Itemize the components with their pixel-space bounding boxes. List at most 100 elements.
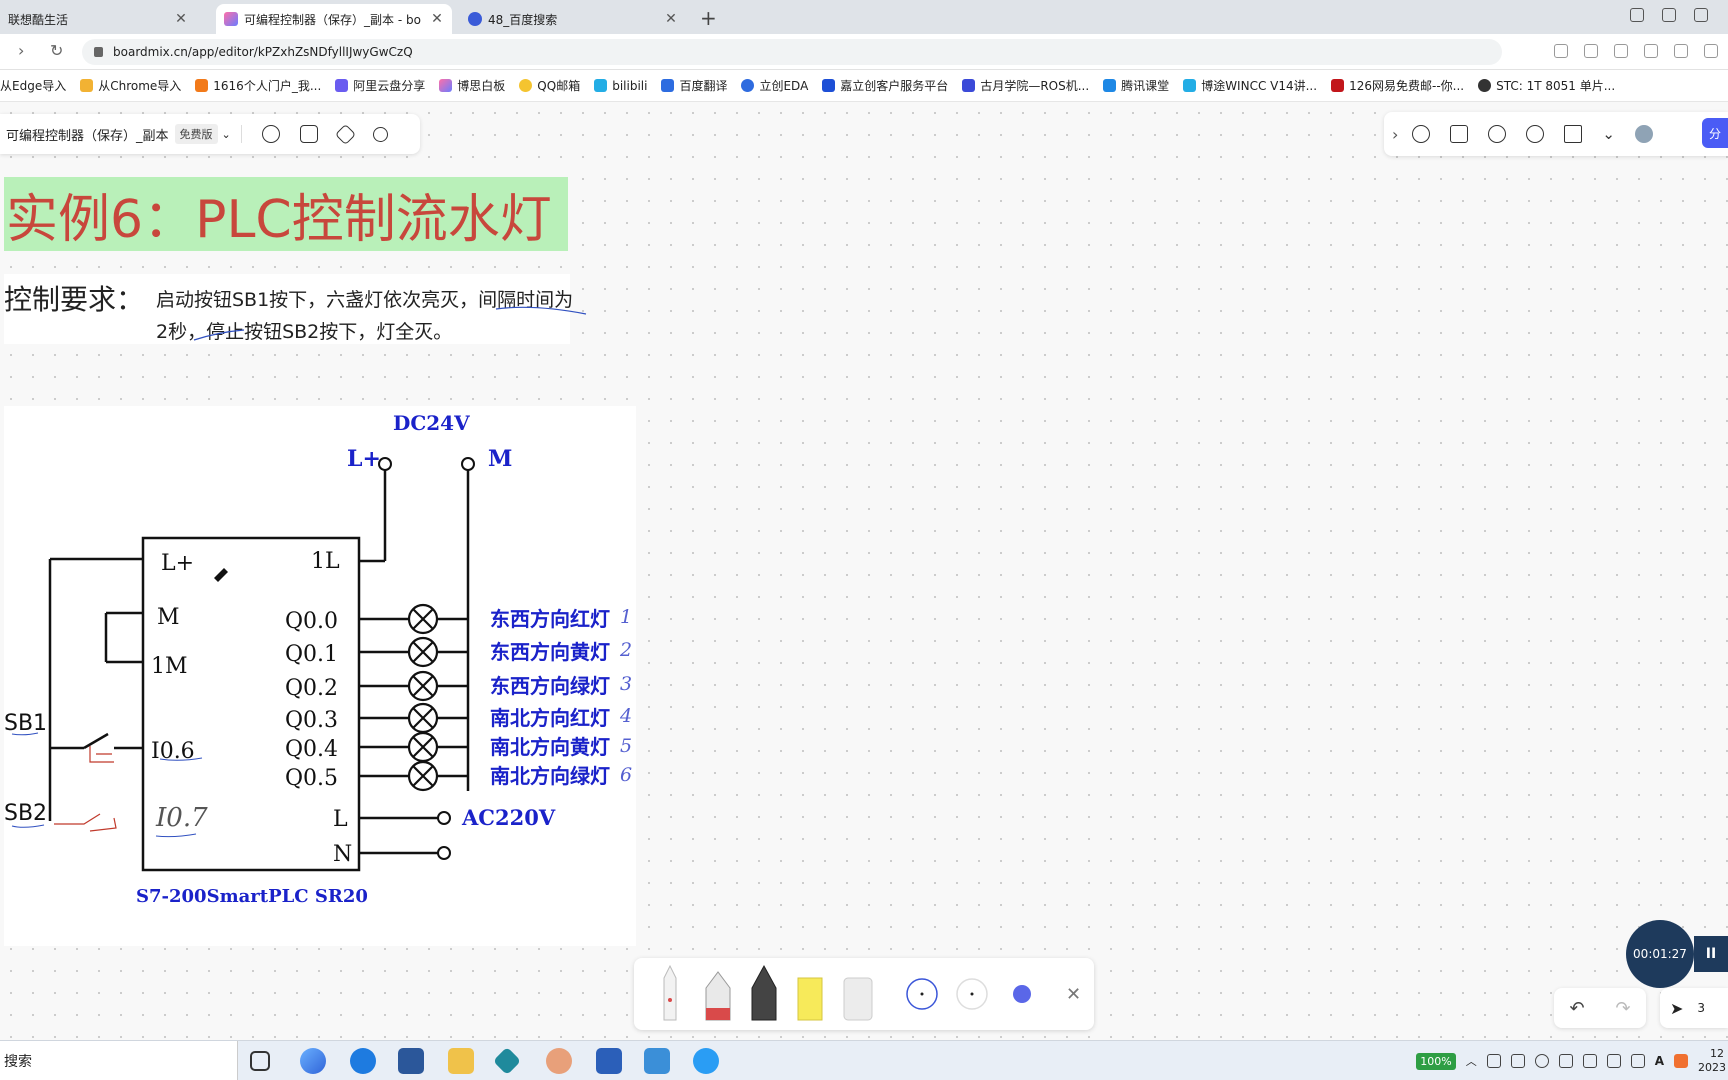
extension-puzzle-icon[interactable]	[1704, 44, 1718, 58]
close-icon[interactable]: ✕	[174, 11, 188, 27]
tab-boardmix[interactable]: 可编程控制器（保存）_副本 - bo ✕	[216, 4, 452, 34]
site-icon	[822, 79, 836, 92]
pen-tray-icon[interactable]	[1630, 1054, 1645, 1068]
chevron-up-icon[interactable]: ︿	[1466, 1053, 1477, 1069]
profile-icon[interactable]	[1662, 8, 1676, 22]
ime-icon[interactable]: A	[1655, 1054, 1664, 1068]
tia-portal-icon[interactable]	[492, 1046, 522, 1076]
download-icon[interactable]	[1614, 44, 1628, 58]
chevron-right-icon[interactable]: ›	[1392, 125, 1398, 144]
pause-icon[interactable]: II	[1694, 936, 1728, 972]
site-icon	[1103, 79, 1117, 92]
bolt-icon[interactable]	[1644, 44, 1658, 58]
reader-icon[interactable]	[1554, 44, 1568, 58]
eraser-icon	[843, 977, 873, 1021]
comment-icon[interactable]	[1488, 125, 1507, 143]
share-page-icon[interactable]	[1584, 44, 1598, 58]
forward-icon[interactable]: ›	[18, 41, 24, 60]
tab-lenovo[interactable]: 联想酷生活 ✕	[0, 4, 196, 34]
clock-time: 12	[1710, 1047, 1724, 1060]
battery-indicator[interactable]: 100%	[1416, 1052, 1456, 1070]
celebrate-icon[interactable]	[1450, 125, 1469, 143]
bookmark-item[interactable]: bilibili	[594, 79, 647, 93]
reload-icon[interactable]: ↻	[50, 41, 63, 60]
dc24v-label: DC24V	[393, 411, 470, 435]
search-icon[interactable]	[372, 126, 388, 142]
bookmark-label: 从Edge导入	[0, 79, 67, 93]
site-icon	[1183, 79, 1197, 92]
mic-icon[interactable]	[1486, 1054, 1501, 1068]
bookmark-item[interactable]: QQ邮箱	[519, 77, 580, 94]
bookmark-item[interactable]: 嘉立创客户服务平台	[822, 77, 948, 94]
chat-icon[interactable]	[693, 1048, 719, 1074]
close-icon[interactable]: ✕	[664, 11, 678, 27]
site-icon	[1478, 79, 1492, 92]
avatar[interactable]	[1634, 125, 1653, 143]
requirements-block[interactable]: 控制要求： 启动按钮SB1按下，六盏灯依次亮灭，间隔时间为2秒，停止按钮SB2按…	[4, 274, 587, 344]
bookmark-item[interactable]: 126网易免费邮--你...	[1331, 77, 1464, 94]
vote-icon[interactable]	[1564, 125, 1583, 143]
app-tray-icon[interactable]	[1674, 1054, 1688, 1068]
pen-cursor-icon	[214, 568, 228, 582]
bookmark-item[interactable]: 从Edge导入	[0, 77, 66, 94]
title-text-block[interactable]: 实例6：PLC控制流水灯	[4, 177, 568, 251]
extensions-icon[interactable]	[1694, 8, 1708, 22]
wiring-svg: L+ M 1M I0.6 1L Q0.0 Q0.1 Q0.2 Q0.3 Q0.4…	[4, 411, 632, 907]
bookmark-item[interactable]: 从Chrome导入	[80, 77, 181, 94]
terminal-i06: I0.6	[151, 739, 195, 764]
select-zoom-group: ➤ 3	[1660, 988, 1728, 1028]
wifi-icon[interactable]	[1606, 1054, 1621, 1068]
download-icon[interactable]	[299, 125, 318, 143]
star-icon[interactable]	[1674, 44, 1688, 58]
pen-toolbar: ✕	[634, 958, 1094, 1030]
play-icon[interactable]	[1412, 125, 1431, 143]
bookmark-item[interactable]: 古月学院—ROS机...	[962, 77, 1089, 94]
tag-icon[interactable]	[334, 123, 356, 145]
site-icon	[335, 79, 349, 92]
document-title[interactable]: 可编程控制器（保存）_副本	[6, 125, 169, 144]
bookmark-item[interactable]: 百度翻译	[661, 77, 727, 94]
app-icon[interactable]	[644, 1048, 670, 1074]
bilibili-icon	[594, 79, 608, 92]
collab-toolbar: › ⌄ 分	[1384, 112, 1728, 156]
settings-icon[interactable]	[261, 125, 280, 143]
visio-icon[interactable]	[398, 1048, 424, 1074]
bookmark-label: 嘉立创客户服务平台	[840, 79, 949, 93]
tab-title: 联想酷生活	[8, 12, 69, 27]
bookmark-item[interactable]: 1616个人门户_我...	[195, 77, 321, 94]
select-cursor-icon[interactable]: ➤	[1670, 999, 1683, 1018]
app-tray-icon[interactable]	[1510, 1054, 1525, 1068]
cloud-icon[interactable]	[1558, 1054, 1573, 1068]
share-button[interactable]: 分	[1702, 118, 1728, 148]
plc-wiring-diagram[interactable]: L+ M 1M I0.6 1L Q0.0 Q0.1 Q0.2 Q0.3 Q0.4…	[4, 406, 636, 946]
zoom-hint[interactable]: 3	[1697, 1001, 1705, 1015]
folder-icon[interactable]	[448, 1048, 474, 1074]
url-field[interactable]: boardmix.cn/app/editor/kPZxhZsNDfyllIJwy…	[82, 39, 1502, 65]
new-tab-button[interactable]: +	[700, 6, 717, 30]
whiteboard-canvas[interactable]: 可编程控制器（保存）_副本 免费版 ⌄ › ⌄ 分 实例6：PLC控制流水灯 控…	[0, 102, 1728, 1040]
edge-icon[interactable]	[350, 1048, 376, 1074]
qq-tray-icon[interactable]	[1534, 1054, 1549, 1068]
workspaces-icon[interactable]	[1630, 8, 1644, 22]
bookmark-item[interactable]: 腾讯课堂	[1103, 77, 1169, 94]
app-icon[interactable]	[300, 1048, 326, 1074]
tab-baidu[interactable]: 48_百度搜索 ✕	[460, 4, 686, 34]
word-icon[interactable]	[596, 1048, 622, 1074]
close-icon[interactable]: ✕	[430, 11, 444, 27]
volume-icon[interactable]	[1582, 1054, 1597, 1068]
bookmark-item[interactable]: 博途WINCC V14讲...	[1183, 77, 1317, 94]
bookmark-item[interactable]: 阿里云盘分享	[335, 77, 425, 94]
bookmark-item[interactable]: 博思白板	[439, 77, 505, 94]
timer-icon[interactable]	[1526, 125, 1545, 143]
more-chevron-icon[interactable]: ⌄	[1602, 125, 1615, 143]
redo-icon[interactable]: ↷	[1615, 998, 1630, 1019]
undo-icon[interactable]: ↶	[1569, 998, 1584, 1019]
taskbar-search[interactable]: 搜索	[0, 1041, 238, 1080]
task-view-icon[interactable]	[250, 1051, 270, 1071]
bookmark-item[interactable]: 立创EDA	[741, 77, 808, 94]
chevron-down-icon[interactable]: ⌄	[222, 128, 231, 141]
bookmark-item[interactable]: STC: 1T 8051 单片...	[1478, 77, 1615, 94]
avatar-app-icon[interactable]	[546, 1048, 572, 1074]
recording-timer[interactable]: 00:01:27	[1626, 920, 1694, 988]
system-clock[interactable]: 12 2023	[1698, 1047, 1726, 1075]
